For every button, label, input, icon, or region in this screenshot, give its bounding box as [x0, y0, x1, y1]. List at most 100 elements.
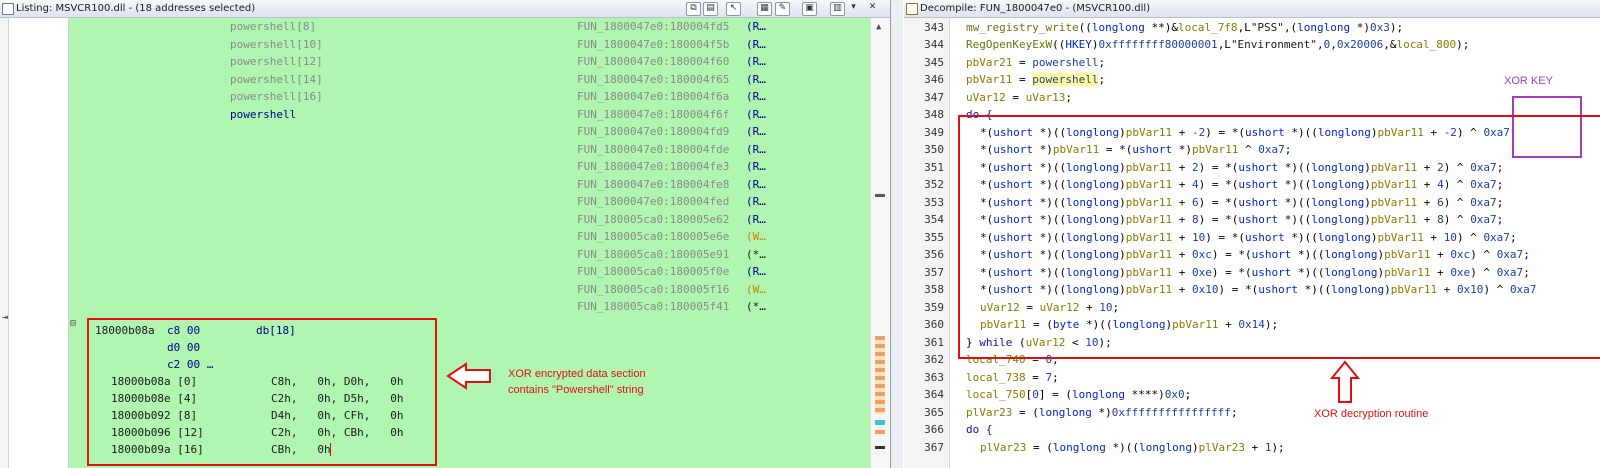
xref-suffix: (R…	[746, 55, 766, 68]
dropdown-icon[interactable]: ▾	[847, 2, 860, 14]
xref-suffix: (*…	[746, 300, 766, 313]
scroll-marker	[875, 446, 885, 449]
line-number: 348	[924, 108, 944, 121]
line-number: 362	[924, 353, 944, 366]
line-number: 349	[924, 125, 944, 139]
close-icon[interactable]: ✕	[866, 2, 879, 14]
xref-ref[interactable]: FUN_1800047e0:180004fe3	[577, 158, 729, 175]
snapshot-icon[interactable]: ▦	[757, 2, 772, 16]
line-number: 354	[924, 213, 944, 226]
xref-ref[interactable]: FUN_1800047e0:180004fd9	[577, 123, 729, 140]
encrypted-data-annotation: contains "Powershell" string	[508, 384, 644, 396]
code-line[interactable]: local_738 = 7;	[966, 369, 1059, 386]
code-line[interactable]: pbVar21 = powershell;	[966, 54, 1105, 71]
decompile-window-icon	[906, 3, 918, 15]
left-arrow-icon	[446, 362, 491, 390]
line-number: 350	[924, 143, 944, 156]
line-number: 359	[924, 300, 944, 314]
xref-suffix: (*…	[746, 247, 766, 261]
xref-ref[interactable]: FUN_1800047e0:180004fed	[577, 193, 729, 210]
line-number: 357	[924, 265, 944, 279]
code-line[interactable]: uVar12 = uVar13;	[966, 89, 1072, 106]
scroll-marker	[875, 430, 885, 434]
collapse-toggle-icon[interactable]: ⊟	[70, 315, 76, 332]
layout-icon[interactable]: ▥	[830, 2, 845, 16]
encrypted-data-highlight-box	[87, 318, 437, 466]
line-number: 353	[924, 195, 944, 209]
listing-margin	[0, 18, 69, 468]
xref-suffix: (R…	[746, 265, 766, 278]
line-number: 347	[924, 90, 944, 104]
xref-ref[interactable]: FUN_1800047e0:180004fe8	[577, 176, 729, 193]
listing-window-icon	[2, 3, 14, 15]
selection-markers	[875, 336, 885, 414]
xref-ref[interactable]: FUN_1800047e0:180004f5b	[577, 36, 729, 53]
line-number: 360	[924, 318, 944, 331]
xref-ref[interactable]: FUN_1800047e0:180004f6a	[577, 88, 729, 105]
copy-icon[interactable]: ⧉	[686, 2, 701, 16]
xref-suffix: (R…	[746, 142, 766, 156]
pane-splitter[interactable]	[891, 0, 903, 468]
xref-ref[interactable]: FUN_180005ca0:180005e6e	[577, 228, 729, 245]
xref-ref[interactable]: FUN_1800047e0:180004f65	[577, 71, 729, 88]
code-line[interactable]: plVar23 = (longlong *)((longlong)plVar23…	[980, 439, 1285, 456]
line-number: 358	[924, 283, 944, 296]
xref-ref[interactable]: FUN_180005ca0:180005f16	[577, 281, 729, 298]
xref-label: powershell[16]	[230, 90, 323, 103]
xref-suffix: (R…	[746, 37, 766, 51]
xref-label: powershell[12]	[230, 55, 323, 68]
scroll-marker	[875, 420, 885, 425]
code-line[interactable]: pbVar11 = powershell;	[966, 71, 1105, 88]
line-number: 344	[924, 38, 944, 51]
xref-suffix: (R…	[746, 195, 766, 208]
xref-suffix: (R…	[746, 125, 766, 138]
code-line[interactable]: do {	[966, 421, 993, 438]
xref-suffix: (R…	[746, 72, 766, 86]
xref-label: powershell[8]	[230, 20, 317, 33]
xref-ref[interactable]: FUN_1800047e0:180004f6f	[577, 106, 729, 123]
xref-suffix: (R…	[746, 90, 766, 103]
line-number: 355	[924, 230, 944, 244]
listing-window: Listing: MSVCR100.dll - (18 addresses se…	[0, 0, 891, 468]
xref-suffix: (R…	[746, 107, 766, 121]
xref-ref[interactable]: FUN_180005ca0:180005f0e	[577, 263, 729, 280]
line-number: 351	[924, 160, 944, 174]
xref-label: powershell	[230, 107, 297, 121]
print-icon[interactable]: ▣	[802, 2, 817, 16]
decryption-routine-annotation: XOR decryption routine	[1314, 408, 1429, 420]
xref-ref[interactable]: FUN_180005ca0:180005e91	[577, 246, 729, 263]
xref-ref[interactable]: FUN_180005ca0:180005f41	[577, 298, 729, 315]
decryption-routine-highlight-box	[958, 115, 1600, 359]
xref-suffix: (R…	[746, 212, 766, 226]
listing-scrollbar[interactable]: ▲	[870, 18, 890, 468]
cursor-arrow-icon: ⇥	[2, 312, 9, 323]
line-number: 361	[924, 335, 944, 349]
xref-suffix: (R…	[746, 160, 766, 173]
listing-side-strip	[0, 18, 9, 468]
scroll-up-icon[interactable]: ▲	[876, 22, 881, 32]
paste-icon[interactable]: ▤	[703, 2, 718, 16]
scroll-marker	[875, 194, 885, 197]
code-line[interactable]: local_750[0] = (longlong ****)0x0;	[966, 386, 1191, 403]
xref-label: powershell[10]	[230, 37, 323, 51]
xref-ref[interactable]: FUN_1800047e0:180004fd5	[577, 18, 729, 35]
line-number: 346	[924, 73, 944, 86]
line-number: 367	[924, 440, 944, 454]
xref-ref[interactable]: FUN_180005ca0:180005e62	[577, 211, 729, 228]
xref-ref[interactable]: FUN_1800047e0:180004f60	[577, 53, 729, 70]
edit-icon[interactable]: ✎	[775, 2, 790, 16]
code-line[interactable]: plVar23 = (longlong *)0xffffffffffffffff…	[966, 404, 1238, 421]
line-number: 366	[924, 423, 944, 436]
cursor-icon[interactable]: ↖	[726, 2, 741, 16]
xref-suffix: (W…	[746, 282, 766, 296]
code-line[interactable]: RegOpenKeyExW((HKEY)0xffffffff80000001,L…	[966, 36, 1469, 53]
line-number: 364	[924, 388, 944, 401]
line-number: 345	[924, 55, 944, 69]
xref-suffix: (R…	[746, 20, 766, 33]
decompile-title: Decompile: FUN_1800047e0 - (MSVCR100.dll…	[920, 3, 1151, 14]
xref-ref[interactable]: FUN_1800047e0:180004fde	[577, 141, 729, 158]
decompile-titlebar: Decompile: FUN_1800047e0 - (MSVCR100.dll…	[904, 0, 1600, 18]
xor-key-label: XOR KEY	[1504, 75, 1553, 87]
up-arrow-icon	[1330, 360, 1360, 403]
code-line[interactable]: mw_registry_write((longlong **)&local_7f…	[966, 19, 1403, 36]
